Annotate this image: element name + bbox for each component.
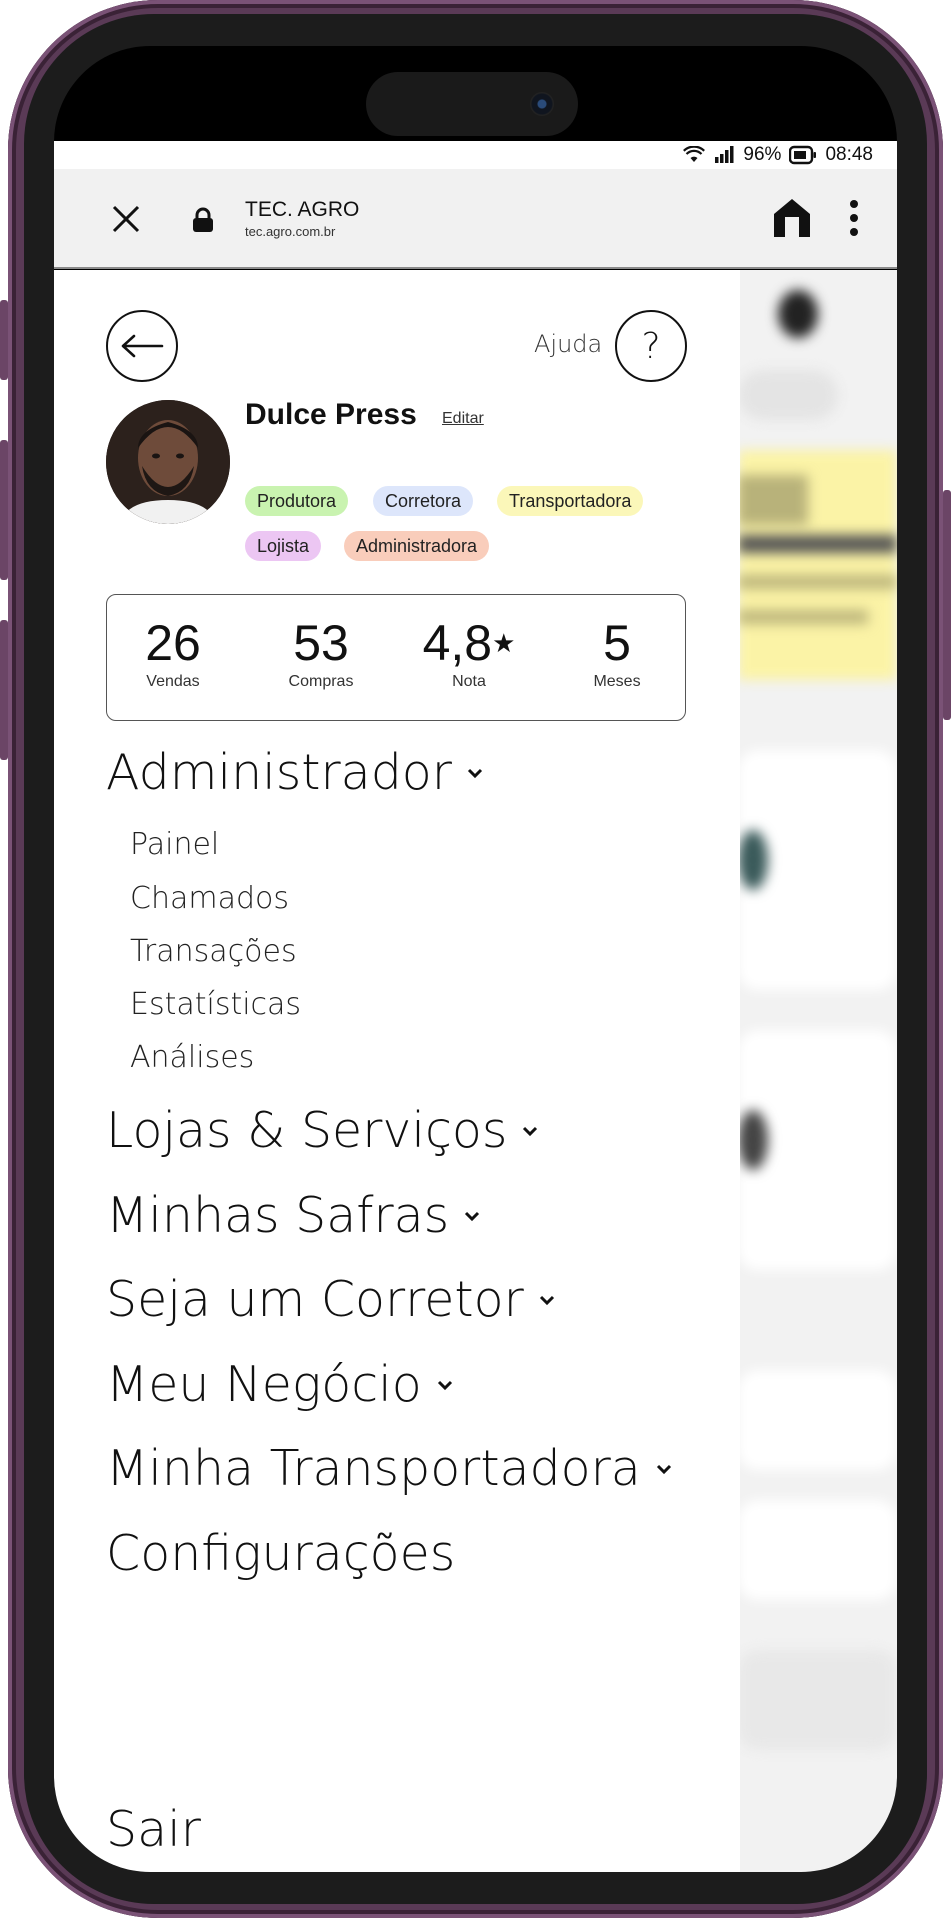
role-tag-corretora: Corretora [373, 486, 474, 516]
role-tag-produtora: Produtora [245, 486, 349, 516]
menu-label: Minhas Safras [106, 1187, 450, 1244]
side-drawer: Ajuda ? Dulce Press Editar Produtora Cor… [54, 270, 740, 1872]
menu-minha-transportadora[interactable]: Minha Transportadora [106, 1440, 673, 1497]
close-icon[interactable] [108, 201, 144, 237]
home-icon[interactable] [770, 196, 814, 240]
edit-profile-link[interactable]: Editar [442, 410, 484, 428]
stat-label: Compras [288, 673, 354, 690]
avatar[interactable] [106, 400, 230, 524]
submenu-chamados[interactable]: Chamados [130, 881, 289, 916]
menu-label: Minha Transportadora [106, 1440, 641, 1497]
menu-label: Sair [106, 1801, 201, 1858]
phone-volume-down-button [0, 620, 8, 760]
more-options-icon[interactable] [844, 196, 864, 240]
menu-label: Seja um Corretor [106, 1271, 524, 1328]
clock: 08:48 [825, 144, 873, 165]
logout-button[interactable]: Sair [106, 1801, 201, 1858]
battery-icon [789, 145, 817, 165]
help-button[interactable]: ? [615, 310, 687, 382]
submenu-transacoes[interactable]: Transações [130, 934, 297, 969]
wifi-icon [683, 146, 706, 162]
phone-screen: 96% 08:48 TEC. AGRO tec.agro.com.br Ajud… [54, 46, 897, 1872]
status-bar: 96% 08:48 [54, 141, 897, 169]
submenu-estatisticas[interactable]: Estatísticas [130, 987, 301, 1022]
camera-icon [530, 92, 554, 116]
phone-power-button [943, 490, 951, 720]
menu-label: Configurações [106, 1525, 456, 1582]
role-tag-transportadora: Transportadora [497, 486, 644, 516]
stat-value: 4,8 [422, 615, 493, 671]
chevron-down-icon [539, 1295, 554, 1305]
stats-card: 26 Vendas 53 Compras 4,8★ Nota 5 Meses [106, 594, 686, 721]
site-url: tec.agro.com.br [245, 224, 336, 239]
stat-value: 5 [603, 615, 631, 671]
lock-icon [193, 207, 213, 232]
chevron-down-icon [465, 1211, 480, 1221]
menu-label: Lojas & Serviços [106, 1102, 508, 1159]
stat-months: 5 Meses [557, 617, 677, 691]
question-mark-icon: ? [641, 325, 661, 367]
user-photo [106, 400, 230, 524]
battery-percent: 96% [743, 144, 782, 165]
signal-icon [715, 146, 734, 163]
stat-label: Vendas [146, 673, 200, 690]
stat-label: Nota [452, 673, 486, 690]
menu-seja-corretor[interactable]: Seja um Corretor [106, 1271, 556, 1328]
dynamic-island [366, 72, 578, 136]
menu-label: Administrador [106, 744, 452, 801]
chevron-down-icon [467, 768, 482, 778]
phone-volume-up-button [0, 440, 8, 580]
menu-lojas-servicos[interactable]: Lojas & Serviços [106, 1102, 539, 1159]
menu-minhas-safras[interactable]: Minhas Safras [106, 1187, 481, 1244]
stat-purchases: 53 Compras [261, 617, 381, 691]
help-label[interactable]: Ajuda [534, 330, 602, 358]
browser-bar: TEC. AGRO tec.agro.com.br [54, 169, 897, 269]
chevron-down-icon [437, 1380, 452, 1390]
submenu-painel[interactable]: Painel [130, 827, 219, 862]
menu-configuracoes[interactable]: Configurações [106, 1525, 455, 1582]
arrow-left-icon [121, 334, 164, 358]
blurred-page-background [738, 270, 897, 1872]
chevron-down-icon [523, 1126, 538, 1136]
role-tag-administradora: Administradora [344, 531, 490, 561]
menu-administrador[interactable]: Administrador [106, 744, 484, 801]
menu-label: Meu Negócio [106, 1356, 422, 1413]
phone-action-button [0, 300, 8, 380]
chevron-down-icon [656, 1464, 671, 1474]
stat-sales: 26 Vendas [113, 617, 233, 691]
stat-value: 26 [145, 615, 201, 671]
back-button[interactable] [106, 310, 178, 382]
stat-rating: 4,8★ Nota [409, 617, 529, 691]
stat-value: 53 [293, 615, 349, 671]
stat-label: Meses [593, 673, 641, 690]
submenu-analises[interactable]: Análises [130, 1040, 254, 1075]
site-title: TEC. AGRO [245, 198, 360, 221]
user-name: Dulce Press [245, 398, 417, 431]
star-icon: ★ [492, 628, 516, 658]
menu-meu-negocio[interactable]: Meu Negócio [106, 1356, 454, 1413]
role-tag-lojista: Lojista [245, 531, 322, 561]
